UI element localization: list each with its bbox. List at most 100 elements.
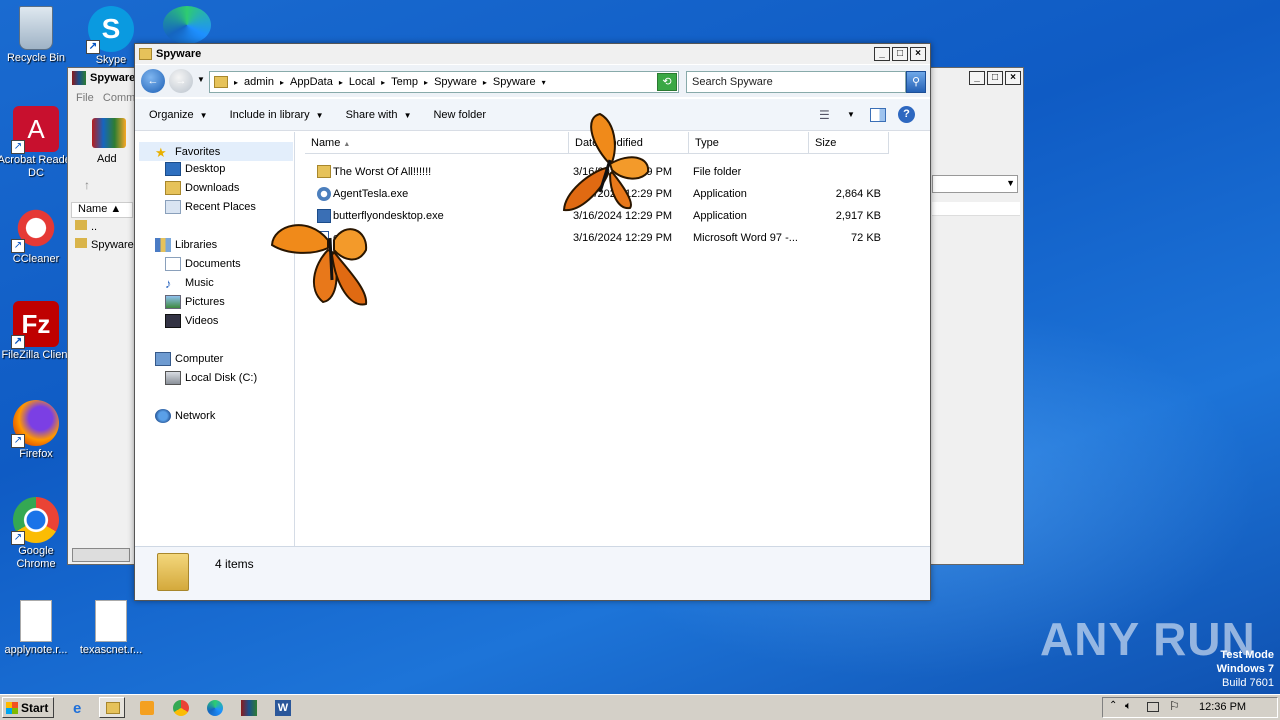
views-icon[interactable]: ☰	[819, 108, 830, 122]
explorer-titlebar[interactable]: Spyware	[135, 44, 930, 64]
refresh-button[interactable]: ⟲	[657, 73, 677, 91]
file-size: 2,864 KB	[835, 188, 881, 200]
address-bar[interactable]: ▸ admin ▸ AppData ▸ Local ▸ Temp ▸ Spyware ▸ …	[209, 71, 679, 93]
file-type: Microsoft Word 97 -...	[693, 232, 798, 244]
action-center-flag-icon[interactable]: ⚐	[1169, 699, 1180, 713]
views-dropdown-icon[interactable]: ▼	[847, 110, 855, 119]
search-input[interactable]: Search Spyware	[686, 71, 906, 93]
show-hidden-icons[interactable]: ⌃	[1109, 700, 1117, 711]
network-tray-icon[interactable]	[1147, 702, 1159, 712]
network-icon	[155, 409, 171, 423]
column-header-size[interactable]: Size	[809, 132, 889, 154]
maximize-button[interactable]: □	[892, 47, 908, 61]
close-button[interactable]: ×	[1005, 71, 1021, 85]
breadcrumb-temp[interactable]: Temp	[391, 76, 418, 88]
list-item[interactable]: Spyware	[71, 238, 134, 251]
skype-icon: S ↗	[86, 6, 134, 54]
desktop-icon-ccleaner[interactable]: ↗ CCleaner	[0, 205, 75, 266]
desktop-icon-chrome[interactable]: ↗ Google Chrome	[0, 497, 75, 571]
add-archive-icon[interactable]	[92, 118, 126, 148]
start-button[interactable]: Start	[2, 697, 54, 718]
column-header-name[interactable]: Name ▲	[71, 202, 133, 218]
menu-commands[interactable]: Comm	[103, 92, 135, 104]
nav-pictures[interactable]: Pictures	[165, 295, 225, 309]
column-header-name[interactable]: Name ▲	[305, 132, 569, 154]
volume-icon[interactable]: 🔈︎	[1125, 700, 1132, 713]
help-icon[interactable]: ?	[898, 106, 915, 123]
desktop-icon-label: Recycle Bin	[6, 52, 66, 64]
nav-computer[interactable]: Computer	[155, 352, 223, 366]
minimize-button[interactable]: _	[874, 47, 890, 61]
breadcrumb-spyware[interactable]: Spyware	[434, 76, 477, 88]
nav-videos[interactable]: Videos	[165, 314, 218, 328]
nav-downloads[interactable]: Downloads	[165, 181, 239, 195]
taskbar-explorer-icon[interactable]	[99, 697, 125, 718]
hard-drive-icon	[165, 371, 181, 385]
desktop-icon-applynote[interactable]: applynote.r...	[0, 600, 75, 657]
desktop-icon-label: applynote.r...	[4, 644, 68, 656]
file-row[interactable]: c.doc 3/16/2024 12:29 PM Microsoft Word …	[297, 227, 897, 249]
document-icon	[95, 600, 127, 642]
desktop-icon-acrobat[interactable]: A ↗ Acrobat Reader DC	[0, 106, 75, 180]
breadcrumb-local[interactable]: Local	[349, 76, 375, 88]
include-in-library-button[interactable]: Include in library ▼	[230, 109, 324, 121]
nav-favorites[interactable]: ★ Favorites	[139, 142, 293, 161]
back-button[interactable]: ←	[141, 69, 165, 93]
taskbar-media-player-icon[interactable]	[133, 697, 159, 718]
maximize-button[interactable]: □	[987, 71, 1003, 85]
system-tray: ⌃ 🔈︎ ⚐ 12:36 PM	[1102, 697, 1278, 718]
path-dropdown[interactable]: ▼	[932, 175, 1018, 193]
taskbar: Start e W ⌃ 🔈︎ ⚐ 12:36 PM	[0, 694, 1280, 720]
desktop-icon-recycle-bin[interactable]: Recycle Bin	[0, 6, 75, 65]
nav-libraries[interactable]: Libraries	[155, 238, 217, 252]
documents-icon	[165, 257, 181, 271]
taskbar-word-icon[interactable]: W	[269, 697, 295, 718]
file-size: 2,917 KB	[835, 210, 881, 222]
organize-button[interactable]: Organize ▼	[149, 109, 208, 121]
breadcrumb-appdata[interactable]: AppData	[290, 76, 333, 88]
desktop-icon-filezilla[interactable]: Fz ↗ FileZilla Client	[0, 301, 75, 362]
clock[interactable]: 12:36 PM	[1199, 701, 1246, 713]
nav-music[interactable]: ♪ Music	[165, 276, 214, 291]
test-mode-notice: Test Mode Windows 7 Build 7601	[1216, 649, 1274, 689]
list-item[interactable]: ..	[71, 220, 97, 233]
folder-icon	[214, 76, 228, 88]
nav-local-disk[interactable]: Local Disk (C:)	[165, 371, 257, 385]
taskbar-winrar-icon[interactable]	[235, 697, 261, 718]
desktop-icon-label: texascnet.r...	[79, 644, 143, 656]
nav-recent-places[interactable]: Recent Places	[165, 200, 256, 214]
file-name: The Worst Of All!!!!!!	[333, 166, 432, 178]
column-header-type[interactable]: Type	[689, 132, 809, 154]
up-arrow-icon[interactable]: ↑	[84, 178, 90, 192]
share-with-button[interactable]: Share with ▼	[346, 109, 412, 121]
desktop-icon-firefox[interactable]: ↗ Firefox	[0, 400, 75, 461]
window-title: Spyware	[90, 72, 136, 84]
edge-icon[interactable]	[163, 6, 211, 44]
folder-icon	[75, 220, 87, 230]
recent-places-icon	[165, 200, 181, 214]
minimize-button[interactable]: _	[969, 71, 985, 85]
computer-icon	[155, 352, 171, 366]
breadcrumb-admin[interactable]: admin	[244, 76, 274, 88]
recent-pages-dropdown-icon[interactable]: ▼	[197, 75, 205, 84]
explorer-window[interactable]: Spyware _ □ × ← → ▼ ▸ admin ▸ AppData ▸ Lo…	[134, 43, 931, 601]
desktop-icon-label: Acrobat Reader DC	[0, 154, 75, 179]
close-button[interactable]: ×	[910, 47, 926, 61]
nav-network[interactable]: Network	[155, 409, 215, 423]
drive-icon[interactable]	[72, 548, 130, 562]
new-folder-button[interactable]: New folder	[433, 109, 486, 121]
desktop-icon-texascnet[interactable]: texascnet.r...	[72, 600, 150, 657]
preview-pane-icon[interactable]	[870, 108, 886, 122]
breadcrumb-spyware-current[interactable]: Spyware	[493, 76, 536, 88]
forward-button[interactable]: →	[169, 69, 193, 93]
taskbar-edge-icon[interactable]	[201, 697, 227, 718]
menu-file[interactable]: File	[76, 92, 94, 104]
nav-desktop[interactable]: Desktop	[165, 162, 225, 176]
folder-icon	[75, 238, 87, 248]
desktop-icon-label: Firefox	[19, 448, 53, 460]
file-type: Application	[693, 188, 747, 200]
search-icon[interactable]: ⚲	[906, 71, 926, 93]
nav-documents[interactable]: Documents	[165, 257, 241, 271]
taskbar-chrome-icon[interactable]	[167, 697, 193, 718]
taskbar-ie-icon[interactable]: e	[68, 697, 94, 718]
